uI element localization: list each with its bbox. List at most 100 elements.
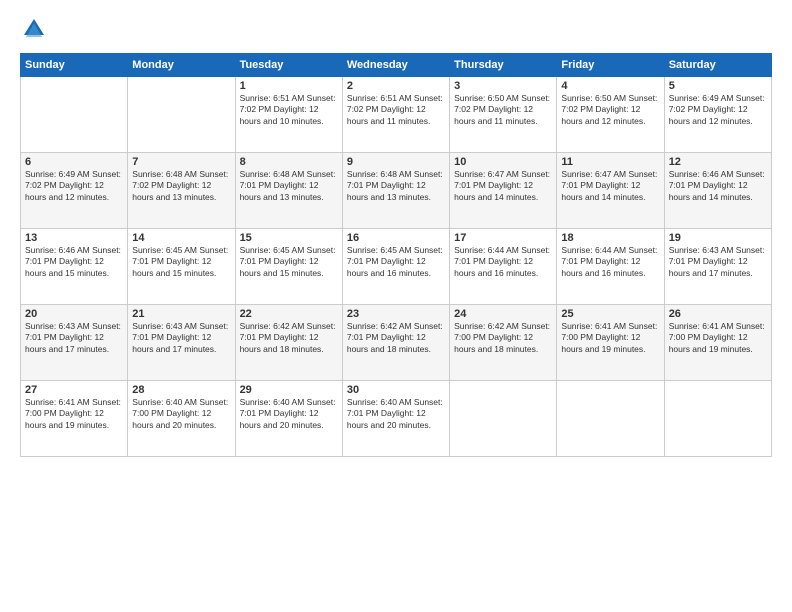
week-row-1: 1Sunrise: 6:51 AM Sunset: 7:02 PM Daylig… (21, 77, 772, 153)
day-cell (21, 77, 128, 153)
day-number: 17 (454, 232, 552, 244)
day-number: 9 (347, 156, 445, 168)
header-cell-friday: Friday (557, 54, 664, 77)
day-cell: 27Sunrise: 6:41 AM Sunset: 7:00 PM Dayli… (21, 381, 128, 457)
logo-icon (20, 15, 48, 43)
day-cell: 17Sunrise: 6:44 AM Sunset: 7:01 PM Dayli… (450, 229, 557, 305)
day-cell: 15Sunrise: 6:45 AM Sunset: 7:01 PM Dayli… (235, 229, 342, 305)
day-content: Sunrise: 6:42 AM Sunset: 7:01 PM Dayligh… (240, 321, 338, 355)
day-content: Sunrise: 6:51 AM Sunset: 7:02 PM Dayligh… (347, 93, 445, 127)
day-cell: 30Sunrise: 6:40 AM Sunset: 7:01 PM Dayli… (342, 381, 449, 457)
day-number: 30 (347, 384, 445, 396)
day-cell: 5Sunrise: 6:49 AM Sunset: 7:02 PM Daylig… (664, 77, 771, 153)
day-content: Sunrise: 6:42 AM Sunset: 7:00 PM Dayligh… (454, 321, 552, 355)
day-content: Sunrise: 6:48 AM Sunset: 7:01 PM Dayligh… (347, 169, 445, 203)
day-cell: 14Sunrise: 6:45 AM Sunset: 7:01 PM Dayli… (128, 229, 235, 305)
day-content: Sunrise: 6:48 AM Sunset: 7:01 PM Dayligh… (240, 169, 338, 203)
day-number: 8 (240, 156, 338, 168)
day-content: Sunrise: 6:41 AM Sunset: 7:00 PM Dayligh… (669, 321, 767, 355)
day-number: 6 (25, 156, 123, 168)
day-number: 29 (240, 384, 338, 396)
calendar-table: SundayMondayTuesdayWednesdayThursdayFrid… (20, 53, 772, 457)
day-number: 25 (561, 308, 659, 320)
day-cell: 2Sunrise: 6:51 AM Sunset: 7:02 PM Daylig… (342, 77, 449, 153)
day-number: 16 (347, 232, 445, 244)
day-content: Sunrise: 6:46 AM Sunset: 7:01 PM Dayligh… (669, 169, 767, 203)
header-cell-thursday: Thursday (450, 54, 557, 77)
day-content: Sunrise: 6:45 AM Sunset: 7:01 PM Dayligh… (347, 245, 445, 279)
day-cell (664, 381, 771, 457)
day-cell: 3Sunrise: 6:50 AM Sunset: 7:02 PM Daylig… (450, 77, 557, 153)
day-content: Sunrise: 6:43 AM Sunset: 7:01 PM Dayligh… (25, 321, 123, 355)
day-number: 22 (240, 308, 338, 320)
day-content: Sunrise: 6:45 AM Sunset: 7:01 PM Dayligh… (240, 245, 338, 279)
day-cell: 4Sunrise: 6:50 AM Sunset: 7:02 PM Daylig… (557, 77, 664, 153)
day-cell: 10Sunrise: 6:47 AM Sunset: 7:01 PM Dayli… (450, 153, 557, 229)
header-cell-sunday: Sunday (21, 54, 128, 77)
week-row-5: 27Sunrise: 6:41 AM Sunset: 7:00 PM Dayli… (21, 381, 772, 457)
header-cell-tuesday: Tuesday (235, 54, 342, 77)
day-content: Sunrise: 6:50 AM Sunset: 7:02 PM Dayligh… (561, 93, 659, 127)
day-content: Sunrise: 6:47 AM Sunset: 7:01 PM Dayligh… (561, 169, 659, 203)
day-content: Sunrise: 6:47 AM Sunset: 7:01 PM Dayligh… (454, 169, 552, 203)
day-cell: 13Sunrise: 6:46 AM Sunset: 7:01 PM Dayli… (21, 229, 128, 305)
day-content: Sunrise: 6:44 AM Sunset: 7:01 PM Dayligh… (454, 245, 552, 279)
day-cell: 29Sunrise: 6:40 AM Sunset: 7:01 PM Dayli… (235, 381, 342, 457)
day-cell: 7Sunrise: 6:48 AM Sunset: 7:02 PM Daylig… (128, 153, 235, 229)
day-number: 5 (669, 80, 767, 92)
day-number: 1 (240, 80, 338, 92)
day-number: 23 (347, 308, 445, 320)
day-number: 24 (454, 308, 552, 320)
day-content: Sunrise: 6:41 AM Sunset: 7:00 PM Dayligh… (561, 321, 659, 355)
header-cell-wednesday: Wednesday (342, 54, 449, 77)
day-cell (128, 77, 235, 153)
day-number: 18 (561, 232, 659, 244)
day-cell: 18Sunrise: 6:44 AM Sunset: 7:01 PM Dayli… (557, 229, 664, 305)
day-number: 15 (240, 232, 338, 244)
day-cell: 8Sunrise: 6:48 AM Sunset: 7:01 PM Daylig… (235, 153, 342, 229)
header-cell-monday: Monday (128, 54, 235, 77)
day-number: 19 (669, 232, 767, 244)
day-cell: 24Sunrise: 6:42 AM Sunset: 7:00 PM Dayli… (450, 305, 557, 381)
page: SundayMondayTuesdayWednesdayThursdayFrid… (0, 0, 792, 612)
day-content: Sunrise: 6:48 AM Sunset: 7:02 PM Dayligh… (132, 169, 230, 203)
day-number: 10 (454, 156, 552, 168)
day-number: 20 (25, 308, 123, 320)
day-content: Sunrise: 6:46 AM Sunset: 7:01 PM Dayligh… (25, 245, 123, 279)
day-cell: 6Sunrise: 6:49 AM Sunset: 7:02 PM Daylig… (21, 153, 128, 229)
day-cell: 21Sunrise: 6:43 AM Sunset: 7:01 PM Dayli… (128, 305, 235, 381)
day-cell (450, 381, 557, 457)
day-number: 12 (669, 156, 767, 168)
day-number: 3 (454, 80, 552, 92)
day-content: Sunrise: 6:40 AM Sunset: 7:01 PM Dayligh… (347, 397, 445, 431)
week-row-4: 20Sunrise: 6:43 AM Sunset: 7:01 PM Dayli… (21, 305, 772, 381)
day-cell: 22Sunrise: 6:42 AM Sunset: 7:01 PM Dayli… (235, 305, 342, 381)
header (20, 15, 772, 43)
day-content: Sunrise: 6:49 AM Sunset: 7:02 PM Dayligh… (25, 169, 123, 203)
day-content: Sunrise: 6:40 AM Sunset: 7:00 PM Dayligh… (132, 397, 230, 431)
day-cell: 28Sunrise: 6:40 AM Sunset: 7:00 PM Dayli… (128, 381, 235, 457)
day-cell: 12Sunrise: 6:46 AM Sunset: 7:01 PM Dayli… (664, 153, 771, 229)
week-row-2: 6Sunrise: 6:49 AM Sunset: 7:02 PM Daylig… (21, 153, 772, 229)
day-number: 21 (132, 308, 230, 320)
day-content: Sunrise: 6:42 AM Sunset: 7:01 PM Dayligh… (347, 321, 445, 355)
day-number: 28 (132, 384, 230, 396)
day-cell: 25Sunrise: 6:41 AM Sunset: 7:00 PM Dayli… (557, 305, 664, 381)
day-cell: 1Sunrise: 6:51 AM Sunset: 7:02 PM Daylig… (235, 77, 342, 153)
day-number: 4 (561, 80, 659, 92)
day-cell: 23Sunrise: 6:42 AM Sunset: 7:01 PM Dayli… (342, 305, 449, 381)
header-cell-saturday: Saturday (664, 54, 771, 77)
day-cell: 16Sunrise: 6:45 AM Sunset: 7:01 PM Dayli… (342, 229, 449, 305)
day-cell: 9Sunrise: 6:48 AM Sunset: 7:01 PM Daylig… (342, 153, 449, 229)
day-content: Sunrise: 6:43 AM Sunset: 7:01 PM Dayligh… (132, 321, 230, 355)
logo (20, 15, 52, 43)
day-content: Sunrise: 6:43 AM Sunset: 7:01 PM Dayligh… (669, 245, 767, 279)
day-number: 26 (669, 308, 767, 320)
day-cell: 19Sunrise: 6:43 AM Sunset: 7:01 PM Dayli… (664, 229, 771, 305)
day-number: 27 (25, 384, 123, 396)
day-number: 2 (347, 80, 445, 92)
day-number: 13 (25, 232, 123, 244)
day-content: Sunrise: 6:40 AM Sunset: 7:01 PM Dayligh… (240, 397, 338, 431)
day-content: Sunrise: 6:51 AM Sunset: 7:02 PM Dayligh… (240, 93, 338, 127)
day-number: 7 (132, 156, 230, 168)
